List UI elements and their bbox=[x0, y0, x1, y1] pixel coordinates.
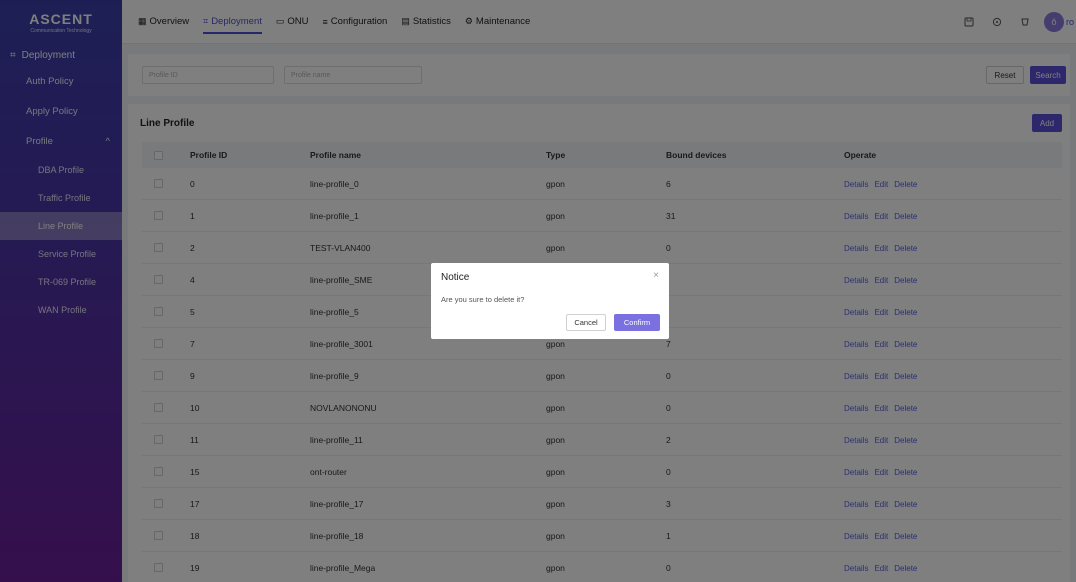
confirm-button[interactable]: Confirm bbox=[614, 314, 660, 331]
dialog-message: Are you sure to delete it? bbox=[441, 295, 525, 304]
close-icon[interactable]: × bbox=[653, 270, 659, 281]
app-root: ASCENT Communication Technology ⌗ Deploy… bbox=[0, 0, 1076, 582]
cancel-button[interactable]: Cancel bbox=[566, 314, 606, 331]
dialog-title: Notice bbox=[441, 272, 470, 283]
